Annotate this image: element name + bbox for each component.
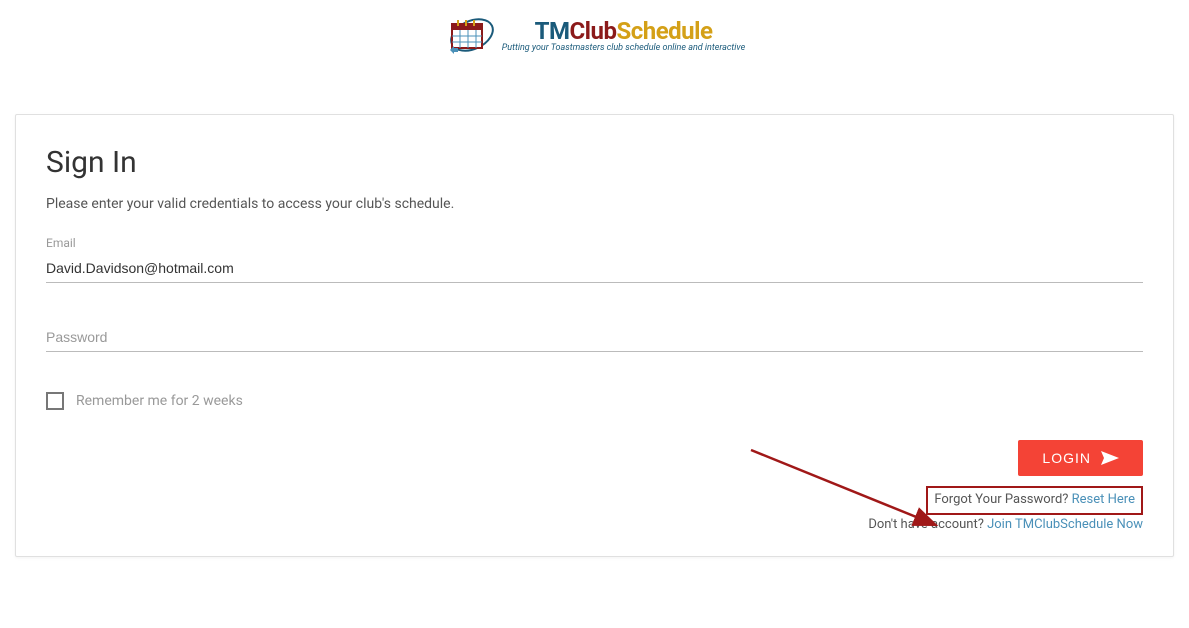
- password-group: [46, 323, 1143, 352]
- join-now-link[interactable]: Join TMClubSchedule Now: [987, 517, 1143, 532]
- forgot-password-text: Forgot Your Password?: [934, 492, 1071, 507]
- logo-prefix: TM: [535, 17, 570, 45]
- send-icon: [1101, 451, 1119, 465]
- links-row: Forgot Your Password? Reset Here Don't h…: [46, 486, 1143, 536]
- forgot-password-highlight: Forgot Your Password? Reset Here: [926, 486, 1143, 515]
- login-button[interactable]: LOGIN: [1018, 440, 1143, 476]
- signin-card: Sign In Please enter your valid credenti…: [15, 114, 1174, 557]
- logo-suffix: Schedule: [616, 17, 712, 45]
- email-field[interactable]: [46, 254, 1143, 283]
- logo-tagline: Putting your Toastmasters club schedule …: [502, 43, 745, 53]
- remember-label: Remember me for 2 weeks: [76, 393, 243, 409]
- remember-group: Remember me for 2 weeks: [46, 392, 1143, 410]
- reset-here-link[interactable]: Reset Here: [1072, 492, 1135, 507]
- email-group: Email: [46, 236, 1143, 283]
- page-subtitle: Please enter your valid credentials to a…: [46, 196, 1143, 212]
- remember-checkbox[interactable]: [46, 392, 64, 410]
- header: TMClubSchedule Putting your Toastmasters…: [0, 0, 1189, 84]
- password-field[interactable]: [46, 323, 1143, 352]
- page-title: Sign In: [46, 145, 1143, 180]
- logo-text: TMClubSchedule: [502, 17, 745, 45]
- logo: TMClubSchedule Putting your Toastmasters…: [444, 10, 745, 60]
- login-button-label: LOGIN: [1042, 450, 1091, 466]
- calendar-icon: [444, 10, 494, 60]
- logo-middle: Club: [569, 17, 616, 45]
- login-row: LOGIN: [46, 440, 1143, 476]
- no-account-text: Don't have account?: [868, 517, 987, 532]
- email-label: Email: [46, 236, 1143, 250]
